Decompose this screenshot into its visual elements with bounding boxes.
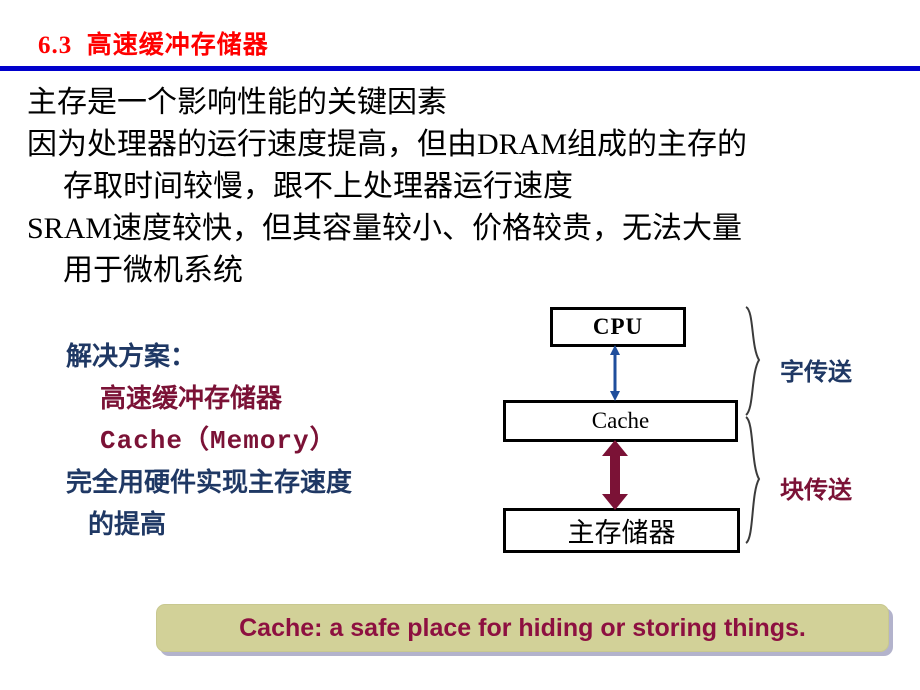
- solution-item-hardware: 完全用硬件实现主存速度: [66, 468, 353, 497]
- quote-banner-text: Cache: a safe place for hiding or storin…: [239, 613, 806, 642]
- brace-block-transfer-icon: [745, 416, 761, 544]
- quote-banner: Cache: a safe place for hiding or storin…: [156, 604, 889, 652]
- diagram-box-cache-label: Cache: [591, 408, 650, 433]
- body-line: 用于微机系统: [63, 254, 243, 287]
- title-divider: [0, 66, 920, 71]
- diagram-box-main-memory: 主存储器: [503, 508, 740, 553]
- brace-word-transfer-icon: [745, 306, 761, 416]
- solution-item-cache-en: Cache（Memory）: [100, 426, 337, 456]
- word-transfer-arrow: [610, 345, 620, 401]
- block-transfer-arrow: [602, 440, 628, 510]
- brace-label-word-transfer: 字传送: [780, 360, 852, 386]
- body-line: SRAM速度较快，但其容量较小、价格较贵，无法大量: [27, 212, 743, 245]
- solution-item-hardware-cont: 的提高: [88, 510, 167, 539]
- body-text-block: 主存是一个影响性能的关键因素 因为处理器的运行速度提高，但由DRAM组成的主存的…: [27, 82, 902, 292]
- body-line: 主存是一个影响性能的关键因素: [27, 86, 447, 119]
- diagram-box-cpu: CPU: [550, 307, 686, 347]
- page-title: 6.3 高速缓冲存储器: [38, 32, 269, 59]
- diagram-box-cpu-label: CPU: [592, 314, 644, 339]
- diagram-box-main-memory-label: 主存储器: [567, 518, 676, 548]
- solution-heading: 解决方案：: [66, 342, 197, 371]
- body-line: 因为处理器的运行速度提高，但由DRAM组成的主存的: [27, 128, 748, 161]
- solution-block: 解决方案： 高速缓冲存储器 Cache（Memory） 完全用硬件实现主存速度 …: [66, 336, 496, 546]
- body-line: 存取时间较慢，跟不上处理器运行速度: [63, 170, 573, 203]
- memory-hierarchy-diagram: CPU Cache 主存储器 字传送 块传送: [495, 295, 920, 570]
- diagram-box-cache: Cache: [503, 400, 738, 442]
- solution-item-cache-cn: 高速缓冲存储器: [100, 384, 283, 413]
- brace-label-block-transfer: 块传送: [780, 478, 852, 504]
